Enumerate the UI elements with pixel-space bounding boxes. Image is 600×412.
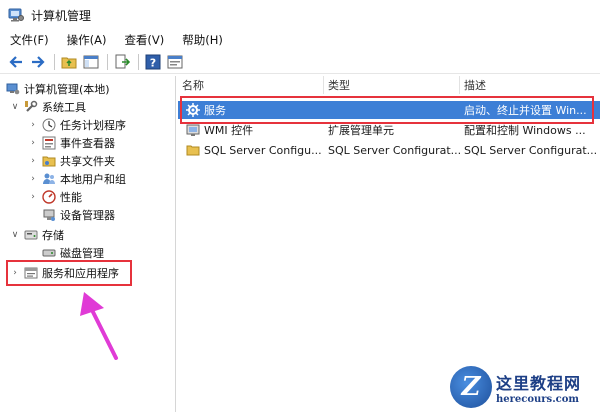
tree-item-label: 事件查看器 <box>60 137 115 150</box>
tree-item-label: 磁盘管理 <box>60 247 104 260</box>
collapsed-chevron-icon[interactable]: › <box>28 120 38 130</box>
column-header-name[interactable]: 名称 <box>178 76 324 94</box>
users-icon <box>42 172 56 186</box>
tree-item-local-users-groups[interactable]: › 本地用户和组 <box>28 170 126 188</box>
tree-item-label: 本地用户和组 <box>60 173 126 186</box>
help-icon[interactable]: ? <box>143 52 163 72</box>
watermark-text: 这里教程网 <box>496 373 582 393</box>
toolbar-separator <box>54 53 55 70</box>
tree-item-performance[interactable]: › 性能 <box>28 188 82 206</box>
tree-item-label: 性能 <box>60 191 82 204</box>
gear-icon <box>186 103 200 117</box>
tree-item-label: 服务和应用程序 <box>42 267 119 280</box>
up-folder-icon[interactable] <box>59 52 79 72</box>
tree-item-label: 系统工具 <box>42 101 86 114</box>
tree-item-shared-folders[interactable]: › 共享文件夹 <box>28 152 115 170</box>
tree-root-label: 计算机管理(本地) <box>24 83 110 96</box>
tree-item-label: 设备管理器 <box>60 209 115 222</box>
cell-description: 配置和控制 Windows ... <box>464 124 586 137</box>
collapsed-chevron-icon[interactable]: › <box>10 268 20 278</box>
toolbar-separator <box>138 53 139 70</box>
device-manager-icon <box>42 208 56 222</box>
collapsed-chevron-icon[interactable]: › <box>28 174 38 184</box>
cell-description: 启动、终止并设置 Win... <box>464 104 587 117</box>
computer-management-icon <box>8 7 24 23</box>
services-apps-icon <box>24 266 38 280</box>
menu-bar: 文件(F) 操作(A) 查看(V) 帮助(H) <box>0 30 600 50</box>
list-row-services[interactable]: 服务 启动、终止并设置 Win... <box>178 101 600 119</box>
shared-folder-icon <box>42 154 56 168</box>
tree-item-event-viewer[interactable]: › 事件查看器 <box>28 134 115 152</box>
collapsed-chevron-icon[interactable]: › <box>28 192 38 202</box>
cell-type: SQL Server Configurat... <box>328 143 460 157</box>
storage-icon <box>24 228 38 242</box>
performance-icon <box>42 190 56 204</box>
tree-item-disk-management[interactable]: 磁盘管理 <box>42 244 104 262</box>
tree-item-storage[interactable]: ∨ 存储 <box>10 226 64 244</box>
tree-item-label: 任务计划程序 <box>60 119 126 132</box>
properties-icon[interactable] <box>165 52 185 72</box>
expanded-chevron-icon[interactable]: ∨ <box>10 230 20 240</box>
toolbar: ? <box>0 50 600 74</box>
export-list-icon[interactable] <box>112 52 132 72</box>
wmi-icon <box>186 123 200 137</box>
tree-item-label: 存储 <box>42 229 64 242</box>
tools-icon <box>24 100 38 114</box>
tree-item-label: 共享文件夹 <box>60 155 115 168</box>
navigation-tree: 计算机管理(本地) ∨ 系统工具 › 任务计划程序 › 事件查看器 › 共享文件… <box>0 76 176 412</box>
watermark-logo: Z <box>450 366 492 408</box>
cell-type: 扩展管理单元 <box>328 124 394 137</box>
tree-item-task-scheduler[interactable]: › 任务计划程序 <box>28 116 126 134</box>
show-hide-tree-icon[interactable] <box>81 52 101 72</box>
collapsed-chevron-icon[interactable]: › <box>28 156 38 166</box>
collapsed-chevron-icon[interactable]: › <box>28 138 38 148</box>
title-bar: 计算机管理 <box>0 0 600 30</box>
tree-root-computer-management[interactable]: 计算机管理(本地) <box>6 80 110 98</box>
site-watermark: Z 这里教程网 herecours.com <box>450 362 600 412</box>
menu-file[interactable]: 文件(F) <box>8 31 51 49</box>
clock-icon <box>42 118 56 132</box>
column-header-type[interactable]: 类型 <box>324 76 460 94</box>
folder-icon <box>186 143 200 157</box>
computer-management-icon <box>6 82 20 96</box>
list-row-wmi-control[interactable]: WMI 控件 扩展管理单元 配置和控制 Windows ... <box>178 121 600 139</box>
cell-name: SQL Server Configu... <box>204 143 322 157</box>
svg-text:?: ? <box>150 56 156 69</box>
list-row-sql-server-config[interactable]: SQL Server Configu... SQL Server Configu… <box>178 141 600 159</box>
window-title: 计算机管理 <box>31 8 92 23</box>
tree-item-services-applications[interactable]: › 服务和应用程序 <box>10 264 119 282</box>
cell-description: SQL Server Configurat... <box>464 143 598 157</box>
pointer-arrow <box>80 292 118 360</box>
column-header-description[interactable]: 描述 <box>460 76 600 94</box>
forward-arrow-icon[interactable] <box>28 52 48 72</box>
event-viewer-icon <box>42 136 56 150</box>
toolbar-separator <box>107 53 108 70</box>
expanded-chevron-icon[interactable]: ∨ <box>10 102 20 112</box>
tree-item-system-tools[interactable]: ∨ 系统工具 <box>10 98 86 116</box>
tree-item-device-manager[interactable]: 设备管理器 <box>42 206 115 224</box>
back-arrow-icon[interactable] <box>6 52 26 72</box>
cell-name: WMI 控件 <box>204 124 254 137</box>
cell-name: 服务 <box>204 104 226 117</box>
menu-view[interactable]: 查看(V) <box>122 31 166 49</box>
menu-help[interactable]: 帮助(H) <box>180 31 225 49</box>
menu-action[interactable]: 操作(A) <box>65 31 109 49</box>
disk-icon <box>42 246 56 260</box>
watermark-url: herecours.com <box>496 393 580 405</box>
